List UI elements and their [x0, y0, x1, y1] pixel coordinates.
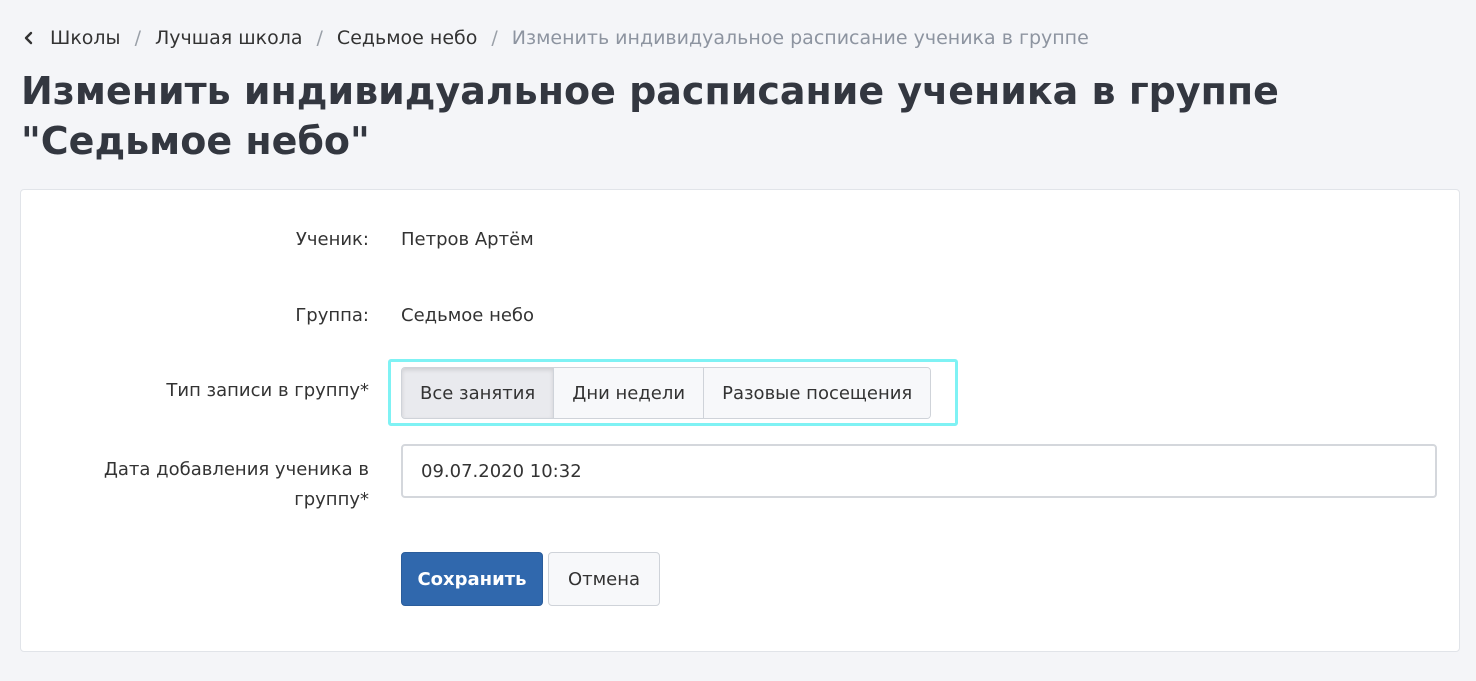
- student-value: Петров Артём: [401, 229, 534, 250]
- breadcrumb-separator: /: [491, 27, 498, 49]
- group-value: Седьмое небо: [401, 305, 535, 326]
- date-added-input[interactable]: [401, 444, 1437, 498]
- chevron-left-icon[interactable]: [22, 30, 34, 46]
- cancel-button[interactable]: Отмена: [548, 552, 660, 606]
- enrollment-type-selector: Все занятия Дни недели Разовые посещения: [401, 367, 932, 419]
- date-label-line2: группу*: [294, 489, 369, 510]
- breadcrumb-item-schools[interactable]: Школы: [50, 27, 121, 49]
- breadcrumb: Школы / Лучшая школа / Седьмое небо / Из…: [22, 24, 1089, 52]
- group-label: Группа:: [295, 305, 369, 326]
- breadcrumb-separator: /: [316, 27, 323, 49]
- breadcrumb-item-school[interactable]: Лучшая школа: [155, 27, 303, 49]
- enrollment-type-label: Тип записи в группу*: [166, 380, 369, 401]
- page-title: Изменить индивидуальное расписание учени…: [21, 69, 1279, 163]
- date-label-line1: Дата добавления ученика в: [103, 459, 369, 480]
- enrollment-type-single-visits[interactable]: Разовые посещения: [704, 368, 931, 418]
- form-card: Ученик: Петров Артём Группа: Седьмое неб…: [20, 189, 1460, 652]
- enrollment-type-weekdays[interactable]: Дни недели: [554, 368, 705, 418]
- enrollment-type-all-lessons[interactable]: Все занятия: [402, 368, 555, 418]
- student-label: Ученик:: [295, 229, 369, 250]
- breadcrumb-separator: /: [134, 27, 141, 49]
- breadcrumb-current: Изменить индивидуальное расписание учени…: [511, 27, 1089, 49]
- breadcrumb-item-group[interactable]: Седьмое небо: [337, 27, 477, 49]
- save-button[interactable]: Сохранить: [401, 552, 543, 606]
